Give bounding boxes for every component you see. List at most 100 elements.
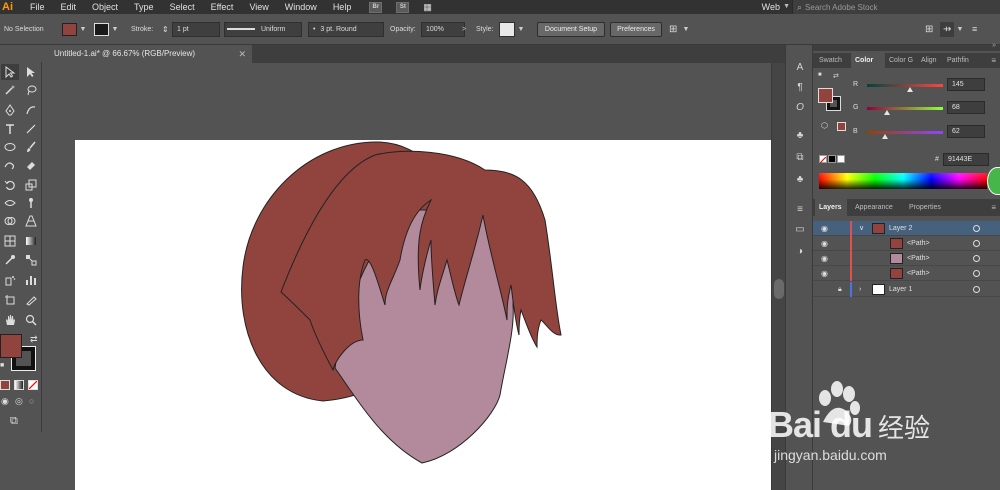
canvas-area[interactable] [42, 63, 771, 490]
path-name[interactable]: <Path> [907, 251, 930, 266]
shape-builder-tool-icon[interactable] [1, 213, 19, 229]
tab-align[interactable]: Align [917, 53, 943, 68]
target-circle-icon[interactable] [973, 255, 980, 262]
type-tool-icon[interactable] [1, 121, 19, 137]
path-name[interactable]: <Path> [907, 236, 930, 251]
gradient-mode-icon[interactable] [14, 380, 24, 390]
symbols-panel-icon[interactable]: ♣ [792, 173, 808, 187]
draw-inside-icon[interactable]: ○ [29, 396, 34, 406]
target-circle-icon[interactable] [973, 286, 980, 293]
chevron-down-icon[interactable]: ▼ [783, 0, 790, 14]
stock-search-input[interactable] [805, 2, 986, 12]
width-tool-icon[interactable] [1, 195, 19, 211]
ellipse-tool-icon[interactable] [1, 139, 19, 155]
stock-search[interactable]: ⌕ [792, 0, 1000, 14]
draw-normal-icon[interactable]: ◉ [1, 396, 9, 407]
transform-icon[interactable]: ⇸ [940, 22, 955, 37]
direct-selection-tool-icon[interactable] [22, 64, 40, 80]
swap-fill-stroke-icon[interactable]: ⇄ [30, 334, 38, 345]
mesh-tool-icon[interactable] [1, 233, 19, 249]
transform-dropdown-icon[interactable]: ▼ [955, 22, 965, 37]
transparency-panel-icon[interactable]: ◑ [792, 245, 808, 259]
blend-tool-icon[interactable] [22, 252, 40, 268]
puppet-warp-tool-icon[interactable] [22, 195, 40, 211]
image-trace-panel-icon[interactable]: ⧉ [792, 151, 808, 165]
layer-row[interactable]: ◉ ∨ Layer 2 [813, 221, 1000, 236]
magic-wand-tool-icon[interactable] [1, 82, 19, 98]
stroke-profile-dropdown[interactable]: Uniform [224, 22, 302, 37]
none-mode-icon[interactable] [28, 380, 38, 390]
stroke-dropdown-icon[interactable]: ▼ [110, 22, 120, 37]
stroke-panel-icon[interactable]: ≡ [792, 203, 808, 217]
panel-grid-icon[interactable]: ⊞ [925, 22, 933, 37]
bridge-button[interactable]: Br [369, 1, 383, 13]
stroke-weight-field[interactable]: 1 pt [172, 22, 220, 37]
expand-chevron-icon[interactable]: › [859, 282, 861, 297]
zoom-tool-icon[interactable] [22, 312, 40, 328]
gradient-panel-icon[interactable]: ▭ [792, 223, 808, 237]
document-tab[interactable]: Untitled-1.ai* @ 66.67% (RGB/Preview) ✕ [42, 45, 252, 63]
artwork[interactable] [75, 140, 771, 490]
preferences-button[interactable]: Preferences [610, 22, 662, 37]
slice-tool-icon[interactable] [22, 292, 40, 308]
out-of-gamut-icon[interactable]: ⬡ [821, 121, 828, 130]
collapse-panels-icon[interactable]: » [992, 42, 996, 49]
red-value-field[interactable]: 145 [947, 78, 985, 91]
path-name[interactable]: <Path> [907, 266, 930, 281]
screen-mode-icon[interactable]: ⧉ [10, 415, 18, 428]
style-dropdown-icon[interactable]: ▼ [516, 22, 526, 37]
artboard-tool-icon[interactable] [1, 292, 19, 308]
rotate-tool-icon[interactable] [1, 177, 19, 193]
target-circle-icon[interactable] [973, 270, 980, 277]
shaper-tool-icon[interactable] [1, 157, 19, 173]
opacity-chevron-icon[interactable]: > [459, 22, 469, 37]
black-swatch[interactable] [828, 155, 836, 163]
layer-name[interactable]: Layer 2 [889, 221, 912, 236]
line-tool-icon[interactable] [22, 121, 40, 137]
tab-layers[interactable]: Layers [815, 199, 847, 216]
opentype-panel-icon[interactable]: O [792, 101, 808, 115]
document-setup-button[interactable]: Document Setup [537, 22, 605, 37]
fill-swatch[interactable] [62, 23, 77, 36]
column-graph-tool-icon[interactable] [22, 272, 40, 288]
target-circle-icon[interactable] [973, 225, 980, 232]
paintbrush-tool-icon[interactable] [22, 139, 40, 155]
draw-behind-icon[interactable]: ◎ [15, 396, 23, 407]
tab-color[interactable]: Color [851, 53, 885, 68]
layer-row[interactable]: ◉ <Path> [813, 251, 1000, 266]
menu-type[interactable]: Type [126, 0, 162, 14]
green-slider-track[interactable] [867, 107, 943, 110]
stock-button[interactable]: St [396, 1, 410, 13]
artboard[interactable] [75, 140, 771, 490]
visibility-eye-icon[interactable]: ◉ [821, 236, 828, 251]
target-circle-icon[interactable] [973, 240, 980, 247]
visibility-eye-icon[interactable]: ◉ [821, 221, 828, 236]
white-swatch[interactable] [837, 155, 845, 163]
lasso-tool-icon[interactable] [22, 82, 40, 98]
green-floating-badge-icon[interactable] [987, 167, 1000, 195]
menu-object[interactable]: Object [84, 0, 126, 14]
gamut-color-swatch[interactable] [837, 122, 846, 131]
tab-properties[interactable]: Properties [905, 199, 951, 216]
arrange-documents-icon[interactable]: ▦ [415, 0, 440, 14]
hex-value-field[interactable]: 91443E [943, 153, 989, 166]
tab-swatches[interactable]: Swatch [815, 53, 851, 68]
stroke-weight-stepper-icon[interactable]: ⇕ [162, 22, 169, 37]
curvature-tool-icon[interactable] [22, 102, 40, 118]
eyedropper-tool-icon[interactable] [1, 252, 19, 268]
hand-tool-icon[interactable] [1, 312, 19, 328]
blue-value-field[interactable]: 62 [947, 125, 985, 138]
layer-name[interactable]: Layer 1 [889, 282, 912, 297]
collapse-chevron-icon[interactable]: ∨ [859, 221, 864, 236]
color-spectrum[interactable] [819, 173, 987, 189]
symbol-sprayer-tool-icon[interactable] [1, 272, 19, 288]
tab-appearance[interactable]: Appearance [851, 199, 901, 216]
menu-select[interactable]: Select [162, 0, 203, 14]
scrollbar-thumb[interactable] [774, 279, 784, 299]
brushes-panel-icon[interactable]: ♣ [792, 129, 808, 143]
menu-file[interactable]: File [22, 0, 53, 14]
menu-edit[interactable]: Edit [53, 0, 85, 14]
perspective-grid-tool-icon[interactable] [22, 213, 40, 229]
layer-row[interactable]: ◉ <Path> [813, 236, 1000, 251]
menu-help[interactable]: Help [325, 0, 360, 14]
